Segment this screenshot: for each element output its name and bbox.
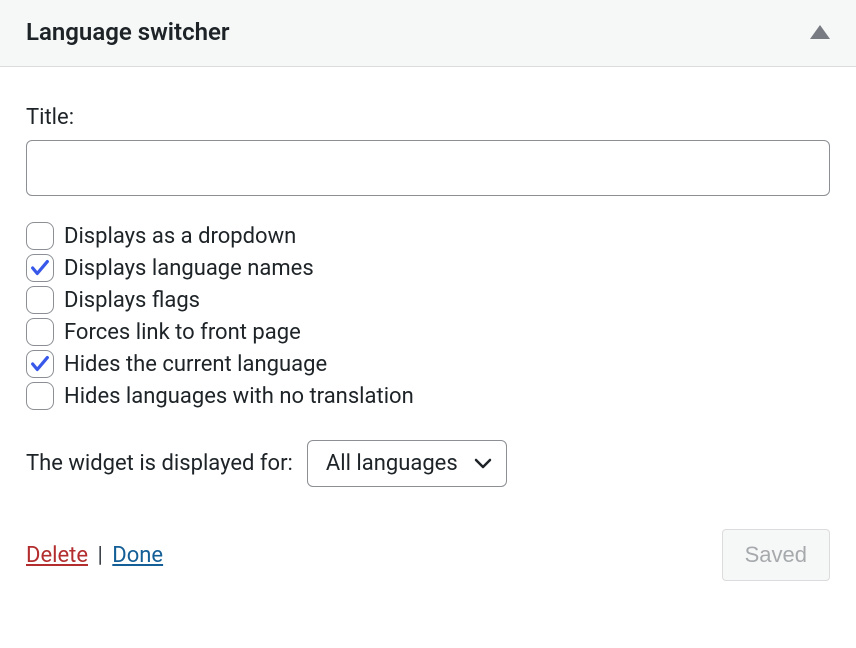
link-separator: | [97,543,102,568]
display-for-select[interactable]: All languages [307,440,507,487]
checkbox-label: Displays as a dropdown [64,224,296,249]
checkbox-flags[interactable] [26,286,54,314]
option-dropdown: Displays as a dropdown [26,222,830,250]
checkbox-label: Displays language names [64,256,314,281]
widget-header[interactable]: Language switcher [0,0,856,67]
checkbox-force-link[interactable] [26,318,54,346]
delete-link[interactable]: Delete [26,543,88,568]
done-link[interactable]: Done [112,543,163,568]
select-value: All languages [326,451,458,476]
checkbox-group: Displays as a dropdown Displays language… [26,222,830,410]
checkbox-hide-current[interactable] [26,350,54,378]
checkbox-language-names[interactable] [26,254,54,282]
checkbox-label: Displays flags [64,288,200,313]
collapse-up-icon[interactable] [810,25,830,39]
option-flags: Displays flags [26,286,830,314]
option-hide-no-translation: Hides languages with no translation [26,382,830,410]
display-for-row: The widget is displayed for: All languag… [26,440,830,487]
saved-button[interactable]: Saved [722,529,830,581]
option-language-names: Displays language names [26,254,830,282]
checkbox-label: Hides the current language [64,352,327,377]
title-label: Title: [26,105,830,130]
checkbox-hide-no-translation[interactable] [26,382,54,410]
checkbox-label: Forces link to front page [64,320,301,345]
option-hide-current: Hides the current language [26,350,830,378]
widget-footer: Delete | Done Saved [26,529,830,581]
footer-links: Delete | Done [26,543,163,568]
title-input[interactable] [26,140,830,196]
checkbox-label: Hides languages with no translation [64,384,414,409]
chevron-down-icon [474,458,492,470]
display-for-label: The widget is displayed for: [26,451,293,476]
checkbox-dropdown[interactable] [26,222,54,250]
check-icon [29,257,51,279]
widget-title: Language switcher [26,18,230,46]
check-icon [29,353,51,375]
widget-body: Title: Displays as a dropdown Displays l… [0,67,856,605]
option-force-link: Forces link to front page [26,318,830,346]
